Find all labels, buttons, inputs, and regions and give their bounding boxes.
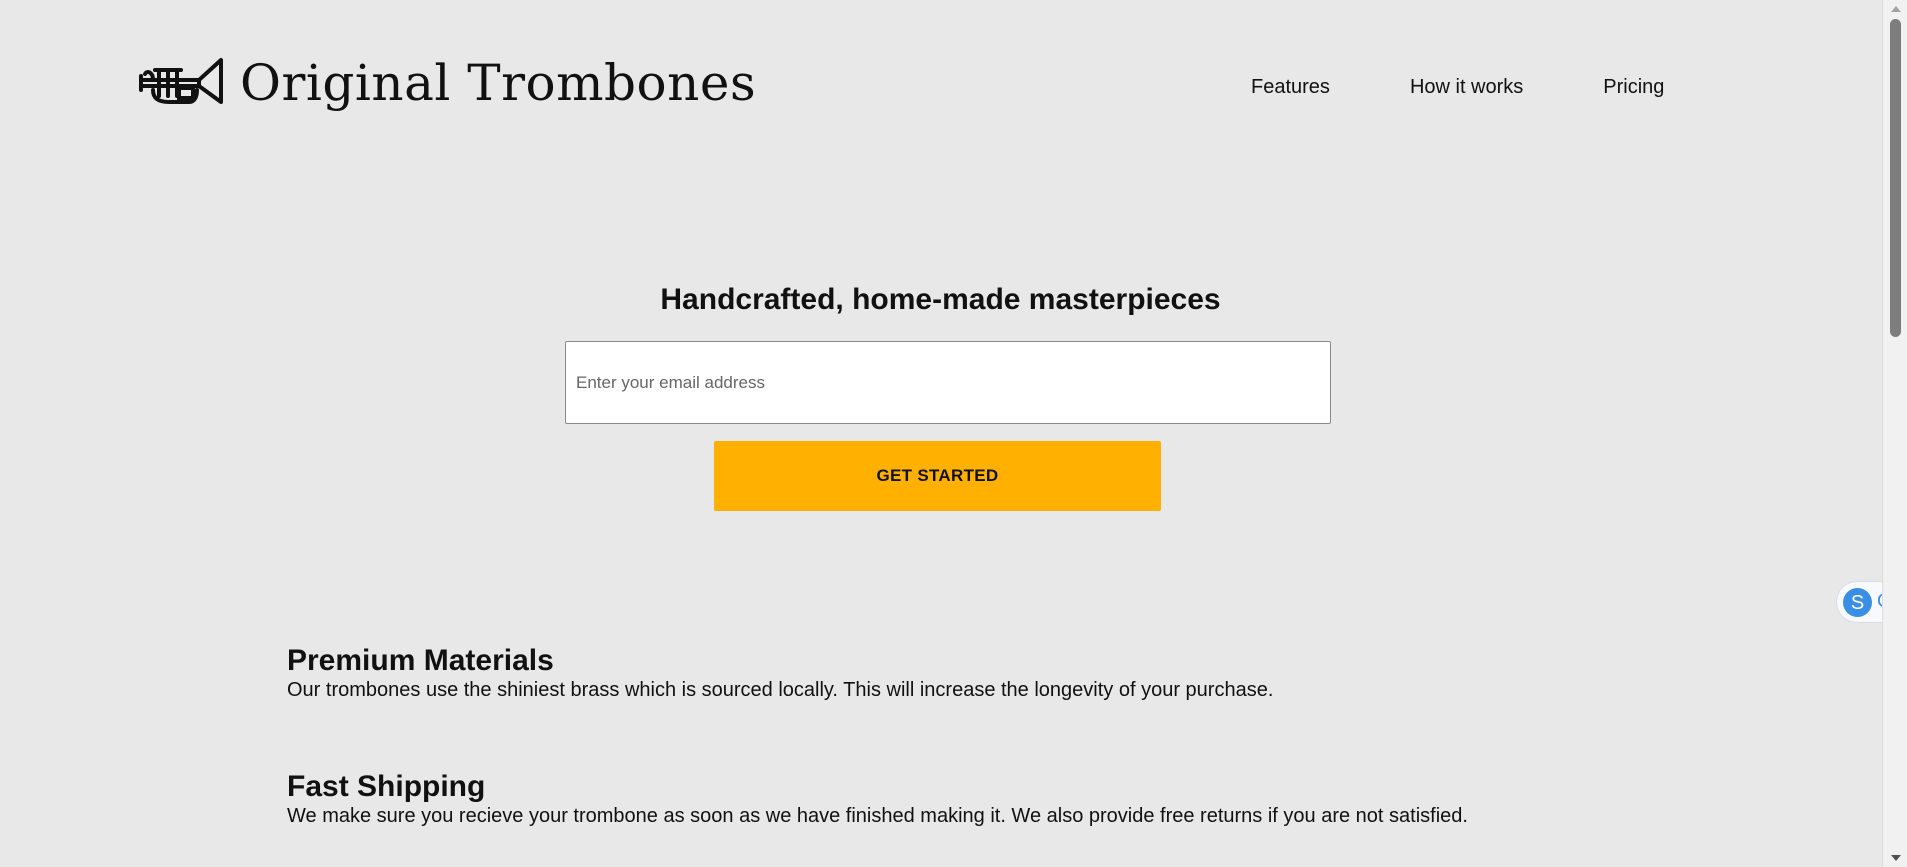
site-header: Original Trombones Features How it works…: [0, 0, 1882, 175]
feature-premium-materials: Premium Materials Our trombones use the …: [287, 644, 1787, 702]
brand-logo[interactable]: Original Trombones: [139, 50, 756, 116]
feature-fast-shipping: Fast Shipping We make sure you recieve y…: [287, 770, 1787, 828]
feature-description: Our trombones use the shiniest brass whi…: [287, 679, 1274, 701]
page: Original Trombones Features How it works…: [0, 0, 1907, 867]
side-chat-widget[interactable]: S G: [1836, 581, 1886, 623]
scroll-up-arrow-icon[interactable]: [1883, 0, 1907, 18]
nav-link-features[interactable]: Features: [1251, 74, 1330, 100]
widget-badge-icon: S: [1843, 588, 1872, 617]
trumpet-icon: [139, 58, 223, 104]
hero-section: Handcrafted, home-made masterpieces: [0, 280, 1882, 320]
vertical-scrollbar[interactable]: [1882, 0, 1907, 867]
scroll-down-arrow-icon[interactable]: [1883, 849, 1907, 867]
scrollbar-thumb[interactable]: [1890, 19, 1901, 337]
nav-link-pricing[interactable]: Pricing: [1603, 74, 1664, 100]
get-started-button[interactable]: GET STARTED: [714, 441, 1161, 511]
brand-name: Original Trombones: [240, 54, 757, 112]
nav-link-how-it-works[interactable]: How it works: [1410, 74, 1523, 100]
feature-title: Premium Materials: [287, 644, 554, 677]
feature-title: Fast Shipping: [287, 770, 486, 803]
email-input[interactable]: [565, 341, 1331, 424]
feature-description: We make sure you recieve your trombone a…: [287, 805, 1468, 827]
main-nav: Features How it works Pricing: [1251, 74, 1664, 100]
hero-title: Handcrafted, home-made masterpieces: [660, 283, 1221, 316]
